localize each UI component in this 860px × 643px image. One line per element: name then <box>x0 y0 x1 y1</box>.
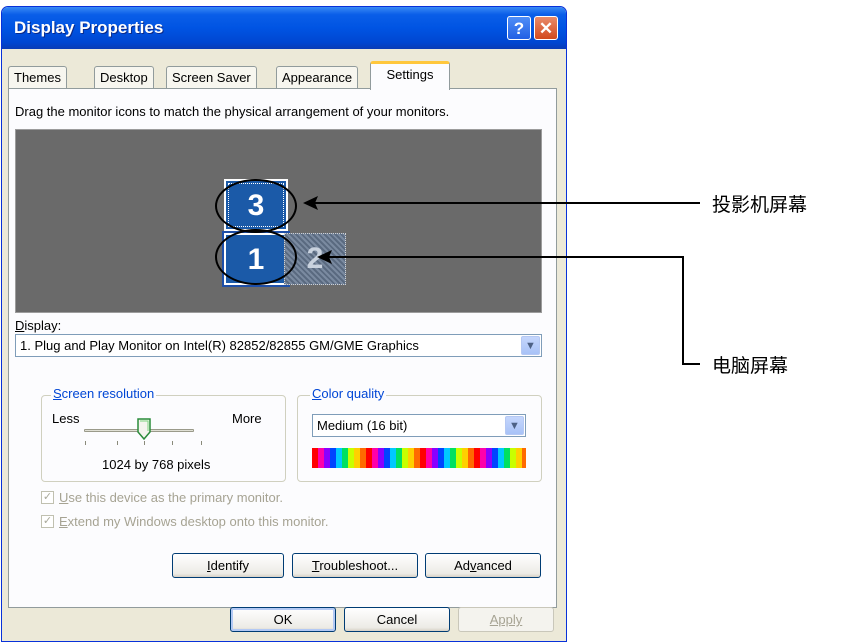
tab-settings[interactable]: Settings <box>370 61 450 90</box>
projector-screen-annotation: 投影机屏幕 <box>712 194 808 216</box>
annotation-arrows <box>303 196 700 365</box>
computer-screen-annotation: 电脑屏幕 <box>712 355 789 377</box>
